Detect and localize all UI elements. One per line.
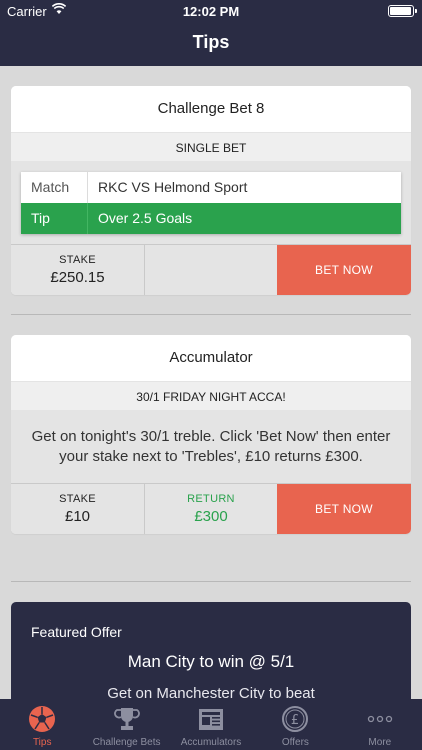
status-bar: Carrier 12:02 PM bbox=[0, 0, 422, 22]
featured-offer-title: Man City to win @ 5/1 bbox=[127, 652, 295, 671]
newspaper-icon bbox=[196, 704, 226, 734]
accumulator-title: Accumulator bbox=[11, 335, 411, 381]
bet-now-button[interactable]: BET NOW bbox=[277, 245, 411, 295]
tip-value: Over 2.5 Goals bbox=[87, 203, 401, 234]
football-icon bbox=[27, 704, 57, 734]
top-bar: Carrier 12:02 PM Tips bbox=[0, 0, 422, 66]
stake-value: £250.15 bbox=[50, 269, 105, 286]
return-label: RETURN bbox=[187, 493, 235, 505]
accumulator-subtitle: 30/1 FRIDAY NIGHT ACCA! bbox=[11, 381, 411, 411]
match-label: Match bbox=[31, 179, 70, 195]
stake-cell: STAKE £250.15 bbox=[11, 245, 144, 295]
tab-offers[interactable]: £ Offers bbox=[253, 699, 337, 750]
empty-cell bbox=[144, 245, 277, 295]
tab-more[interactable]: More bbox=[338, 699, 422, 750]
challenge-bet-actions: STAKE £250.15 BET NOW bbox=[11, 244, 411, 295]
tab-challenge-bets[interactable]: Challenge Bets bbox=[84, 699, 168, 750]
tab-label: Challenge Bets bbox=[92, 737, 161, 748]
tab-label: Tips bbox=[32, 737, 52, 748]
page-title: Tips bbox=[192, 32, 230, 52]
match-value: RKC VS Helmond Sport bbox=[87, 172, 401, 203]
featured-offer-label: Featured Offer bbox=[31, 624, 122, 640]
stake-label: STAKE bbox=[59, 493, 96, 505]
battery-icon bbox=[388, 5, 417, 17]
match-tip-table: Match RKC VS Helmond Sport Tip Over 2.5 … bbox=[21, 172, 401, 234]
tab-label: Accumulators bbox=[180, 737, 242, 748]
bet-now-button[interactable]: BET NOW bbox=[277, 484, 411, 534]
tip-label: Tip bbox=[31, 210, 50, 226]
bet-type-label: SINGLE BET bbox=[11, 132, 411, 162]
accumulator-description: Get on tonight's 30/1 treble. Click 'Bet… bbox=[31, 428, 391, 465]
challenge-bet-body: Match RKC VS Helmond Sport Tip Over 2.5 … bbox=[11, 162, 411, 295]
tip-row: Tip Over 2.5 Goals bbox=[21, 203, 401, 234]
accumulator-actions: STAKE £10 RETURN £300 BET NOW bbox=[11, 483, 411, 534]
divider bbox=[11, 581, 411, 582]
more-dots-icon bbox=[365, 704, 395, 734]
challenge-bet-title: Challenge Bet 8 bbox=[11, 86, 411, 132]
match-row: Match RKC VS Helmond Sport bbox=[21, 172, 401, 203]
accumulator-body: Get on tonight's 30/1 treble. Click 'Bet… bbox=[11, 411, 411, 534]
svg-text:£: £ bbox=[291, 713, 299, 728]
divider bbox=[11, 314, 411, 315]
stake-label: STAKE bbox=[59, 254, 96, 266]
tab-label: More bbox=[368, 737, 392, 748]
status-time: 12:02 PM bbox=[182, 4, 240, 19]
tab-accumulators[interactable]: Accumulators bbox=[169, 699, 253, 750]
tab-tips[interactable]: Tips bbox=[0, 699, 84, 750]
tab-label: Offers bbox=[281, 737, 309, 748]
trophy-icon bbox=[112, 704, 142, 734]
stake-cell: STAKE £10 bbox=[11, 484, 144, 534]
return-value: £300 bbox=[194, 508, 228, 525]
pound-coin-icon: £ bbox=[280, 704, 310, 734]
stake-value: £10 bbox=[64, 508, 91, 525]
return-cell: RETURN £300 bbox=[144, 484, 277, 534]
accumulator-card: Accumulator 30/1 FRIDAY NIGHT ACCA! Get … bbox=[11, 335, 411, 534]
tab-bar: Tips Challenge Bets Accumulators £ Offer… bbox=[0, 699, 422, 750]
challenge-bet-card: Challenge Bet 8 SINGLE BET Match RKC VS … bbox=[11, 86, 411, 295]
